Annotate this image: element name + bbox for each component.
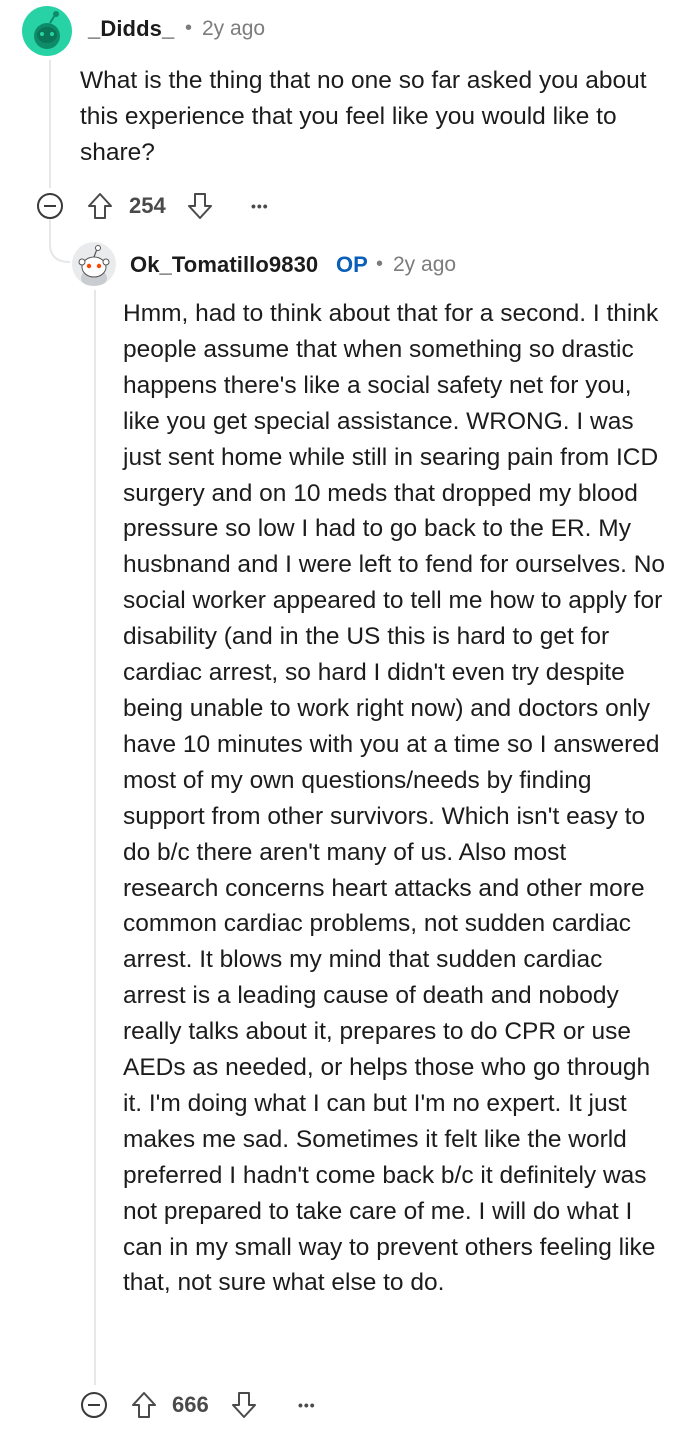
- parent-body-text: What is the thing that no one so far ask…: [80, 67, 647, 166]
- reply-timestamp: 2y ago: [393, 253, 457, 276]
- reply-body-text: Hmm, had to think about that for a secon…: [123, 300, 666, 1297]
- parent-timestamp: 2y ago: [202, 17, 266, 40]
- reply-downvote-icon[interactable]: [231, 1391, 257, 1419]
- reply-avatar[interactable]: [72, 242, 116, 286]
- reply-body: Hmm, had to think about that for a secon…: [123, 296, 668, 1301]
- parent-upvote-icon[interactable]: [87, 192, 113, 220]
- parent-avatar[interactable]: [22, 6, 72, 56]
- reply-upvote-icon[interactable]: [131, 1391, 157, 1419]
- snoo-avatar-icon: [78, 245, 110, 286]
- parent-more-options-icon[interactable]: •••: [251, 198, 269, 214]
- parent-collapse-button[interactable]: [37, 193, 63, 219]
- reply-separator: •: [376, 253, 384, 275]
- parent-username[interactable]: _Didds_: [88, 16, 174, 42]
- snoo-avatar-icon: [34, 11, 60, 49]
- parent-vote-count: 254: [129, 193, 166, 218]
- reply-more-options-icon[interactable]: •••: [298, 1397, 316, 1413]
- parent-downvote-icon[interactable]: [187, 192, 213, 220]
- reply-thread-line: [94, 290, 96, 1385]
- parent-separator: •: [185, 17, 193, 39]
- reply-collapse-button[interactable]: [81, 1392, 107, 1418]
- parent-body: What is the thing that no one so far ask…: [80, 63, 680, 171]
- reply-vote-count: 666: [172, 1392, 209, 1417]
- op-badge: OP: [336, 252, 368, 277]
- reply-username[interactable]: Ok_Tomatillo9830: [130, 252, 318, 278]
- parent-thread-line: [49, 60, 51, 188]
